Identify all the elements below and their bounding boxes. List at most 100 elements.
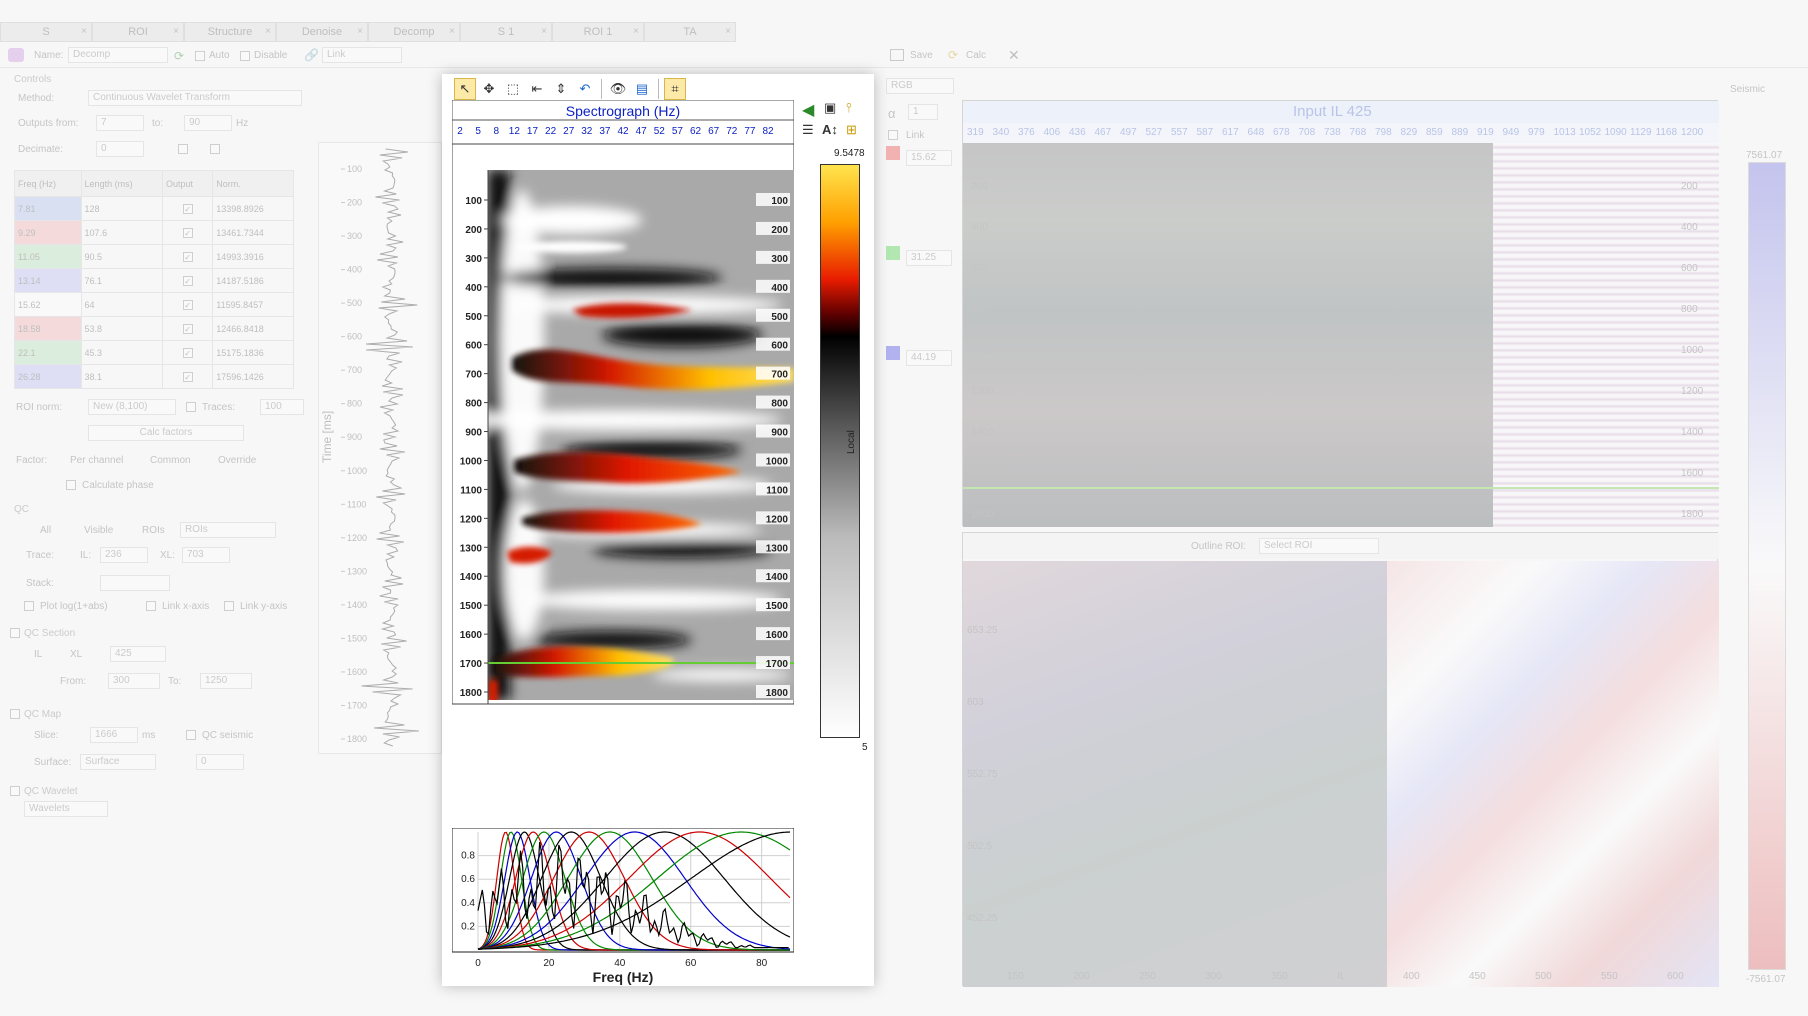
qc-option-visible[interactable]: Visible bbox=[84, 525, 113, 536]
calc-button[interactable]: Calc bbox=[966, 50, 986, 61]
factor-option-per-channel[interactable]: Per channel bbox=[70, 455, 123, 466]
qc-seismic-checkbox[interactable] bbox=[186, 730, 196, 740]
sliders-icon[interactable]: ☰ bbox=[802, 122, 814, 138]
qc-map-checkbox[interactable] bbox=[10, 709, 20, 719]
table-row[interactable]: 22.1 45.3 ✓ 15175.1836 bbox=[14, 340, 294, 365]
red-channel-select[interactable]: 15.62 bbox=[906, 150, 952, 166]
to-field[interactable]: 1250 bbox=[200, 673, 252, 689]
calc-phase-checkbox[interactable] bbox=[66, 480, 76, 490]
stack-field[interactable] bbox=[100, 575, 170, 591]
plot-log-checkbox[interactable] bbox=[24, 601, 34, 611]
tab-0[interactable]: S × bbox=[0, 22, 92, 42]
method-select[interactable]: Continuous Wavelet Transform bbox=[88, 90, 302, 106]
save-icon[interactable]: ▣ bbox=[824, 100, 836, 116]
tab-5[interactable]: S 1 × bbox=[460, 22, 552, 42]
undo-zoom-button[interactable]: ↶ bbox=[574, 78, 596, 100]
table-row[interactable]: 11.05 90.5 ✓ 14993.3916 bbox=[14, 244, 294, 269]
pan-tool-button[interactable]: ✥ bbox=[478, 78, 500, 100]
section-xl-option[interactable]: XL bbox=[70, 649, 82, 660]
map-view[interactable]: Outline ROI: Select ROI 653.25 603 552.75 5… bbox=[962, 532, 1719, 987]
spectrograph-plot[interactable]: Spectrograph (Hz) 2 5 8 12 17 22 27 32 37 42 47 52 5… bbox=[452, 100, 794, 828]
table-row[interactable]: 9.29 107.6 ✓ 13461.7344 bbox=[14, 220, 294, 245]
tab-close-icon[interactable]: × bbox=[725, 26, 731, 37]
seismic-section-view[interactable]: Input IL 425 319 340 376 406 436 467 497 527 557… bbox=[962, 100, 1719, 527]
auto-checkbox[interactable] bbox=[195, 51, 205, 61]
table-row[interactable]: 7.81 128 ✓ 13398.8926 bbox=[14, 196, 294, 221]
roi-norm-select[interactable]: New (8,100) bbox=[88, 399, 176, 415]
table-row[interactable]: 26.28 38.1 ✓ 17596.1426 bbox=[14, 364, 294, 389]
output-checkbox[interactable]: ✓ bbox=[182, 275, 193, 286]
layers-button[interactable]: ▤ bbox=[631, 78, 653, 100]
factor-option-override[interactable]: Override bbox=[218, 455, 256, 466]
save-button[interactable]: Save bbox=[910, 50, 933, 61]
close-icon[interactable]: ✕ bbox=[1008, 47, 1020, 64]
tab-close-icon[interactable]: × bbox=[173, 26, 179, 37]
tab-close-icon[interactable]: × bbox=[81, 26, 87, 37]
qc-section-checkbox[interactable] bbox=[10, 628, 20, 638]
link-field[interactable]: Link bbox=[322, 47, 402, 63]
outputs-to-field[interactable]: 90 bbox=[184, 115, 232, 131]
table-row[interactable]: 15.62 64 ✓ 11595.8457 bbox=[14, 292, 294, 317]
text-size-icon[interactable]: A↕ bbox=[822, 122, 838, 137]
rgb-mode-select[interactable]: RGB bbox=[886, 78, 954, 94]
tab-close-icon[interactable]: × bbox=[541, 26, 547, 37]
tab-7[interactable]: TA × bbox=[644, 22, 736, 42]
green-channel-select[interactable]: 31.25 bbox=[906, 250, 952, 266]
surface-offset-field[interactable]: 0 bbox=[196, 754, 244, 770]
il-field[interactable]: 236 bbox=[100, 547, 148, 563]
refresh-icon[interactable]: ⟳ bbox=[174, 49, 184, 63]
qc-wavelet-checkbox[interactable] bbox=[10, 786, 20, 796]
zoom-horizontal-button[interactable]: ⇤ bbox=[526, 78, 548, 100]
tab-close-icon[interactable]: × bbox=[265, 26, 271, 37]
tab-1[interactable]: ROI × bbox=[92, 22, 184, 42]
grid-icon[interactable] bbox=[890, 49, 904, 61]
wavelet-select[interactable]: Wavelets bbox=[24, 801, 108, 817]
pointer-tool-button[interactable]: ↖ bbox=[454, 78, 476, 100]
tab-close-icon[interactable]: × bbox=[633, 26, 639, 37]
qc-rois-select[interactable]: ROIs bbox=[180, 522, 276, 538]
link-y-checkbox[interactable] bbox=[224, 601, 234, 611]
alpha-field[interactable]: 1 bbox=[908, 104, 938, 120]
rgb-link-checkbox[interactable] bbox=[888, 130, 898, 140]
tab-close-icon[interactable]: × bbox=[357, 26, 363, 37]
tab-4[interactable]: Decomp × bbox=[368, 22, 460, 42]
output-checkbox[interactable]: ✓ bbox=[182, 371, 193, 382]
slice-field[interactable]: 1666 bbox=[90, 727, 138, 743]
qc-option-rois[interactable]: ROIs bbox=[142, 525, 165, 536]
traces-field[interactable]: 100 bbox=[260, 399, 304, 415]
output-checkbox[interactable]: ✓ bbox=[182, 347, 193, 358]
qc-option-all[interactable]: All bbox=[40, 525, 51, 536]
tab-2[interactable]: Structure × bbox=[184, 22, 276, 42]
table-row[interactable]: 13.14 76.1 ✓ 14187.5186 bbox=[14, 268, 294, 293]
tab-3[interactable]: Denoise × bbox=[276, 22, 368, 42]
tab-6[interactable]: ROI 1 × bbox=[552, 22, 644, 42]
factor-option-common[interactable]: Common bbox=[150, 455, 191, 466]
tab-close-icon[interactable]: × bbox=[449, 26, 455, 37]
visibility-button[interactable]: 👁 bbox=[607, 78, 629, 100]
surface-select[interactable]: Surface bbox=[80, 754, 156, 770]
pin-icon[interactable]: ⫯ bbox=[846, 100, 852, 116]
decimate-checkbox[interactable] bbox=[178, 144, 188, 154]
disable-checkbox[interactable] bbox=[240, 51, 250, 61]
link-x-checkbox[interactable] bbox=[146, 601, 156, 611]
crosshair-button[interactable]: ⌗ bbox=[664, 78, 686, 100]
section-il-option[interactable]: IL bbox=[34, 649, 42, 660]
from-field[interactable]: 300 bbox=[108, 673, 160, 689]
outline-roi-select[interactable]: Select ROI bbox=[1259, 538, 1379, 554]
output-checkbox[interactable]: ✓ bbox=[182, 299, 193, 310]
link-icon[interactable]: 🔗 bbox=[304, 48, 319, 62]
calc-factors-button[interactable]: Calc factors bbox=[88, 425, 244, 441]
traces-checkbox[interactable] bbox=[186, 402, 196, 412]
output-checkbox[interactable]: ✓ bbox=[182, 227, 193, 238]
decimate-checkbox-2[interactable] bbox=[210, 144, 220, 154]
output-checkbox[interactable]: ✓ bbox=[182, 323, 193, 334]
calc-icon[interactable]: ⟳ bbox=[948, 48, 958, 62]
decimate-field[interactable]: 0 bbox=[96, 141, 144, 157]
table-row[interactable]: 18.58 53.8 ✓ 12466.8418 bbox=[14, 316, 294, 341]
xl-field[interactable]: 703 bbox=[182, 547, 230, 563]
blue-channel-select[interactable]: 44.19 bbox=[906, 350, 952, 366]
outputs-from-field[interactable]: 7 bbox=[96, 115, 144, 131]
zoom-vertical-button[interactable]: ⇕ bbox=[550, 78, 572, 100]
zoom-box-button[interactable]: ⬚ bbox=[502, 78, 524, 100]
colormap-icon[interactable]: ⊞ bbox=[846, 122, 857, 138]
